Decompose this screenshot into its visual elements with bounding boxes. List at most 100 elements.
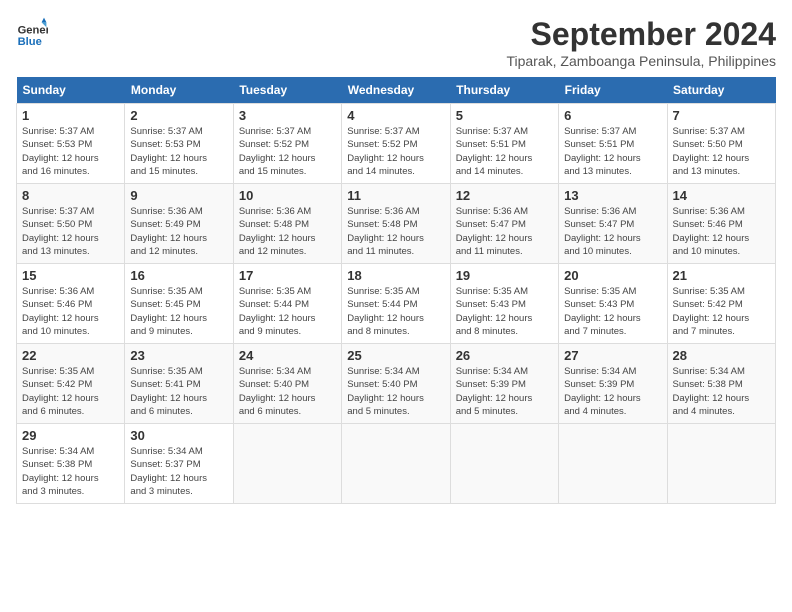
- list-item: 5 Sunrise: 5:37 AM Sunset: 5:51 PM Daylig…: [450, 104, 558, 184]
- list-item: 12 Sunrise: 5:36 AM Sunset: 5:47 PM Dayli…: [450, 184, 558, 264]
- list-item: 25Sunrise: 5:34 AM Sunset: 5:40 PM Dayli…: [342, 344, 450, 424]
- day-info: Sunrise: 5:37 AM Sunset: 5:50 PM Dayligh…: [673, 125, 770, 178]
- list-item: [667, 424, 775, 504]
- day-number: 10: [239, 188, 336, 203]
- day-number: 28: [673, 348, 770, 363]
- list-item: 23 Sunrise: 5:35 AM Sunset: 5:41 PM Dayli…: [125, 344, 233, 424]
- list-item: 6 Sunrise: 5:37 AM Sunset: 5:51 PM Daylig…: [559, 104, 667, 184]
- day-info: Sunrise: 5:34 AM Sunset: 5:38 PM Dayligh…: [22, 445, 119, 498]
- day-info: Sunrise: 5:36 AM Sunset: 5:49 PM Dayligh…: [130, 205, 227, 258]
- day-number: 13: [564, 188, 661, 203]
- calendar-table: Sunday Monday Tuesday Wednesday Thursday…: [16, 77, 776, 504]
- day-number: 17: [239, 268, 336, 283]
- list-item: 16 Sunrise: 5:35 AM Sunset: 5:45 PM Dayli…: [125, 264, 233, 344]
- day-info: Sunrise: 5:35 AM Sunset: 5:42 PM Dayligh…: [673, 285, 770, 338]
- day-info: Sunrise: 5:36 AM Sunset: 5:46 PM Dayligh…: [22, 285, 119, 338]
- day-number: 23: [130, 348, 227, 363]
- list-item: 22Sunrise: 5:35 AM Sunset: 5:42 PM Dayli…: [17, 344, 125, 424]
- day-info: Sunrise: 5:34 AM Sunset: 5:38 PM Dayligh…: [673, 365, 770, 418]
- day-number: 19: [456, 268, 553, 283]
- svg-text:Blue: Blue: [18, 36, 42, 48]
- day-number: 15: [22, 268, 119, 283]
- day-info: Sunrise: 5:37 AM Sunset: 5:53 PM Dayligh…: [130, 125, 227, 178]
- list-item: [342, 424, 450, 504]
- list-item: 17 Sunrise: 5:35 AM Sunset: 5:44 PM Dayli…: [233, 264, 341, 344]
- table-row: 8 Sunrise: 5:37 AM Sunset: 5:50 PM Daylig…: [17, 184, 776, 264]
- table-row: 1 Sunrise: 5:37 AM Sunset: 5:53 PM Daylig…: [17, 104, 776, 184]
- day-number: 9: [130, 188, 227, 203]
- list-item: 30Sunrise: 5:34 AM Sunset: 5:37 PM Dayli…: [125, 424, 233, 504]
- day-number: 2: [130, 108, 227, 123]
- day-info: Sunrise: 5:35 AM Sunset: 5:42 PM Dayligh…: [22, 365, 119, 418]
- day-info: Sunrise: 5:37 AM Sunset: 5:52 PM Dayligh…: [239, 125, 336, 178]
- col-sunday: Sunday: [17, 77, 125, 104]
- list-item: [559, 424, 667, 504]
- day-info: Sunrise: 5:37 AM Sunset: 5:51 PM Dayligh…: [456, 125, 553, 178]
- day-info: Sunrise: 5:35 AM Sunset: 5:45 PM Dayligh…: [130, 285, 227, 338]
- day-info: Sunrise: 5:36 AM Sunset: 5:47 PM Dayligh…: [456, 205, 553, 258]
- day-number: 12: [456, 188, 553, 203]
- list-item: 7Sunrise: 5:37 AM Sunset: 5:50 PM Daylig…: [667, 104, 775, 184]
- col-tuesday: Tuesday: [233, 77, 341, 104]
- day-number: 11: [347, 188, 444, 203]
- list-item: 15 Sunrise: 5:36 AM Sunset: 5:46 PM Dayli…: [17, 264, 125, 344]
- day-number: 8: [22, 188, 119, 203]
- list-item: 13 Sunrise: 5:36 AM Sunset: 5:47 PM Dayli…: [559, 184, 667, 264]
- day-number: 20: [564, 268, 661, 283]
- list-item: 8 Sunrise: 5:37 AM Sunset: 5:50 PM Daylig…: [17, 184, 125, 264]
- list-item: 10Sunrise: 5:36 AM Sunset: 5:48 PM Dayli…: [233, 184, 341, 264]
- day-number: 27: [564, 348, 661, 363]
- day-info: Sunrise: 5:37 AM Sunset: 5:51 PM Dayligh…: [564, 125, 661, 178]
- list-item: 24Sunrise: 5:34 AM Sunset: 5:40 PM Dayli…: [233, 344, 341, 424]
- day-number: 4: [347, 108, 444, 123]
- list-item: 4 Sunrise: 5:37 AM Sunset: 5:52 PM Daylig…: [342, 104, 450, 184]
- list-item: 21Sunrise: 5:35 AM Sunset: 5:42 PM Dayli…: [667, 264, 775, 344]
- list-item: 18 Sunrise: 5:35 AM Sunset: 5:44 PM Dayli…: [342, 264, 450, 344]
- col-thursday: Thursday: [450, 77, 558, 104]
- list-item: 20 Sunrise: 5:35 AM Sunset: 5:43 PM Dayli…: [559, 264, 667, 344]
- header-row: Sunday Monday Tuesday Wednesday Thursday…: [17, 77, 776, 104]
- day-number: 14: [673, 188, 770, 203]
- list-item: 19 Sunrise: 5:35 AM Sunset: 5:43 PM Dayli…: [450, 264, 558, 344]
- day-info: Sunrise: 5:35 AM Sunset: 5:41 PM Dayligh…: [130, 365, 227, 418]
- list-item: 9 Sunrise: 5:36 AM Sunset: 5:49 PM Daylig…: [125, 184, 233, 264]
- list-item: 11Sunrise: 5:36 AM Sunset: 5:48 PM Dayli…: [342, 184, 450, 264]
- list-item: 26Sunrise: 5:34 AM Sunset: 5:39 PM Dayli…: [450, 344, 558, 424]
- day-info: Sunrise: 5:37 AM Sunset: 5:50 PM Dayligh…: [22, 205, 119, 258]
- day-info: Sunrise: 5:36 AM Sunset: 5:47 PM Dayligh…: [564, 205, 661, 258]
- day-number: 24: [239, 348, 336, 363]
- day-number: 5: [456, 108, 553, 123]
- title-section: September 2024 Tiparak, Zamboanga Penins…: [506, 16, 776, 69]
- col-saturday: Saturday: [667, 77, 775, 104]
- day-number: 16: [130, 268, 227, 283]
- svg-text:General: General: [18, 25, 48, 37]
- month-title: September 2024: [506, 16, 776, 53]
- day-info: Sunrise: 5:37 AM Sunset: 5:52 PM Dayligh…: [347, 125, 444, 178]
- list-item: [233, 424, 341, 504]
- col-monday: Monday: [125, 77, 233, 104]
- col-wednesday: Wednesday: [342, 77, 450, 104]
- col-friday: Friday: [559, 77, 667, 104]
- logo: General Blue: [16, 16, 48, 48]
- list-item: 2 Sunrise: 5:37 AM Sunset: 5:53 PM Daylig…: [125, 104, 233, 184]
- day-info: Sunrise: 5:34 AM Sunset: 5:39 PM Dayligh…: [564, 365, 661, 418]
- day-number: 6: [564, 108, 661, 123]
- day-info: Sunrise: 5:34 AM Sunset: 5:40 PM Dayligh…: [347, 365, 444, 418]
- list-item: 28 Sunrise: 5:34 AM Sunset: 5:38 PM Dayli…: [667, 344, 775, 424]
- logo-icon: General Blue: [16, 16, 48, 48]
- day-info: Sunrise: 5:35 AM Sunset: 5:43 PM Dayligh…: [564, 285, 661, 338]
- list-item: 1 Sunrise: 5:37 AM Sunset: 5:53 PM Daylig…: [17, 104, 125, 184]
- day-info: Sunrise: 5:35 AM Sunset: 5:44 PM Dayligh…: [347, 285, 444, 338]
- day-info: Sunrise: 5:37 AM Sunset: 5:53 PM Dayligh…: [22, 125, 119, 178]
- day-number: 30: [130, 428, 227, 443]
- table-row: 22Sunrise: 5:35 AM Sunset: 5:42 PM Dayli…: [17, 344, 776, 424]
- table-row: 15 Sunrise: 5:36 AM Sunset: 5:46 PM Dayli…: [17, 264, 776, 344]
- page-header: General Blue September 2024 Tiparak, Zam…: [16, 16, 776, 69]
- day-number: 1: [22, 108, 119, 123]
- day-number: 18: [347, 268, 444, 283]
- day-info: Sunrise: 5:36 AM Sunset: 5:46 PM Dayligh…: [673, 205, 770, 258]
- list-item: 14 Sunrise: 5:36 AM Sunset: 5:46 PM Dayli…: [667, 184, 775, 264]
- day-info: Sunrise: 5:35 AM Sunset: 5:44 PM Dayligh…: [239, 285, 336, 338]
- table-row: 29Sunrise: 5:34 AM Sunset: 5:38 PM Dayli…: [17, 424, 776, 504]
- day-info: Sunrise: 5:35 AM Sunset: 5:43 PM Dayligh…: [456, 285, 553, 338]
